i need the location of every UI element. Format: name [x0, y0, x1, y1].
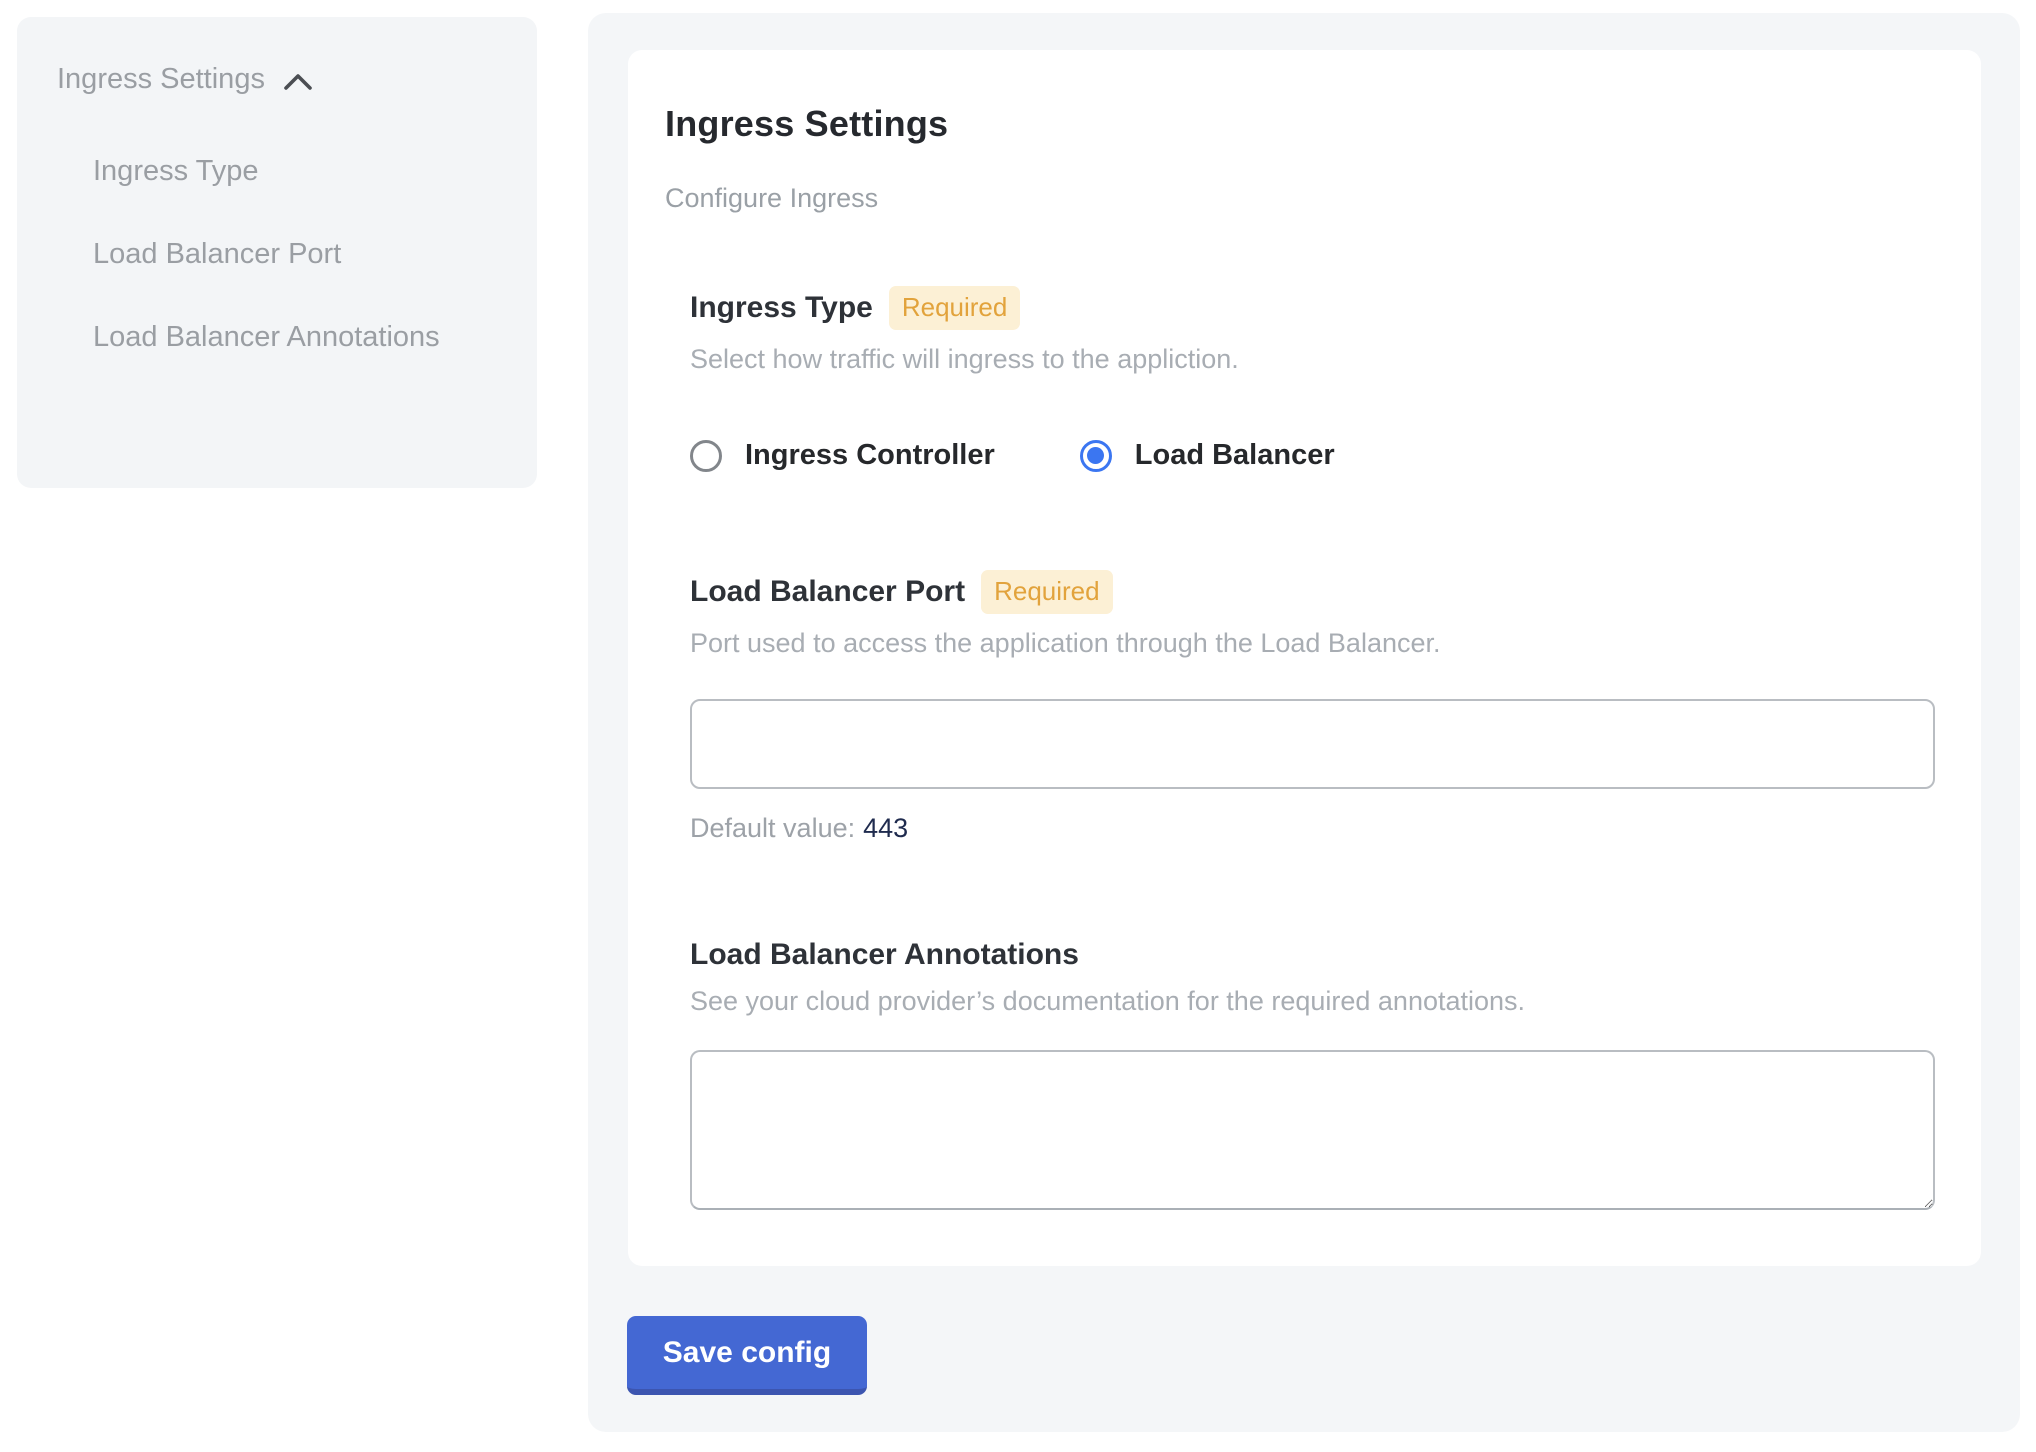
required-badge: Required — [981, 570, 1113, 614]
save-config-button[interactable]: Save config — [627, 1316, 867, 1395]
ingress-type-label: Ingress Type — [690, 291, 873, 325]
required-badge: Required — [889, 286, 1021, 330]
page-subtitle: Configure Ingress — [665, 183, 1935, 214]
lb-annotations-heading-row: Load Balancer Annotations — [690, 938, 1935, 972]
radio-dot — [1087, 447, 1104, 464]
load-balancer-annotations-textarea[interactable] — [690, 1050, 1935, 1210]
sidebar-item-load-balancer-annotations[interactable]: Load Balancer Annotations — [93, 306, 453, 368]
sidebar-item-load-balancer-port[interactable]: Load Balancer Port — [93, 223, 453, 285]
lb-port-heading-row: Load Balancer Port Required — [690, 570, 1935, 614]
radio-option-load-balancer[interactable]: Load Balancer — [1080, 439, 1335, 472]
radio-checked-icon[interactable] — [1080, 440, 1112, 472]
sidebar-item-ingress-type[interactable]: Ingress Type — [93, 140, 453, 202]
default-value-number: 443 — [863, 813, 908, 843]
main-panel: Ingress Settings Configure Ingress Ingre… — [588, 13, 2020, 1432]
lb-annotations-description: See your cloud provider’s documentation … — [690, 986, 1935, 1017]
sidebar-group-label: Ingress Settings — [57, 63, 265, 96]
lb-port-description: Port used to access the application thro… — [690, 628, 1935, 659]
chevron-up-icon — [283, 72, 313, 92]
section-load-balancer-port: Load Balancer Port Required Port used to… — [690, 570, 1935, 844]
lb-port-label: Load Balancer Port — [690, 575, 965, 609]
ingress-type-radio-group: Ingress Controller Load Balancer — [690, 439, 1935, 472]
page-title: Ingress Settings — [665, 103, 1935, 145]
ingress-settings-card: Ingress Settings Configure Ingress Ingre… — [628, 50, 1981, 1266]
radio-unchecked-icon[interactable] — [690, 440, 722, 472]
radio-label-load-balancer: Load Balancer — [1135, 439, 1335, 472]
sidebar-group-ingress-settings[interactable]: Ingress Settings — [57, 63, 507, 96]
section-ingress-type: Ingress Type Required Select how traffic… — [690, 286, 1935, 472]
ingress-type-heading-row: Ingress Type Required — [690, 286, 1935, 330]
section-load-balancer-annotations: Load Balancer Annotations See your cloud… — [690, 938, 1935, 1210]
radio-label-ingress-controller: Ingress Controller — [745, 439, 995, 472]
settings-sidebar: Ingress Settings Ingress Type Load Balan… — [17, 17, 537, 488]
load-balancer-port-input[interactable] — [690, 699, 1935, 789]
radio-option-ingress-controller[interactable]: Ingress Controller — [690, 439, 995, 472]
form-sections: Ingress Type Required Select how traffic… — [690, 286, 1935, 1210]
lb-annotations-label: Load Balancer Annotations — [690, 938, 1079, 972]
lb-port-default-row: Default value: 443 — [690, 813, 1935, 844]
ingress-type-description: Select how traffic will ingress to the a… — [690, 344, 1935, 375]
sidebar-item-list: Ingress Type Load Balancer Port Load Bal… — [93, 140, 507, 368]
default-value-label: Default value: — [690, 813, 855, 843]
